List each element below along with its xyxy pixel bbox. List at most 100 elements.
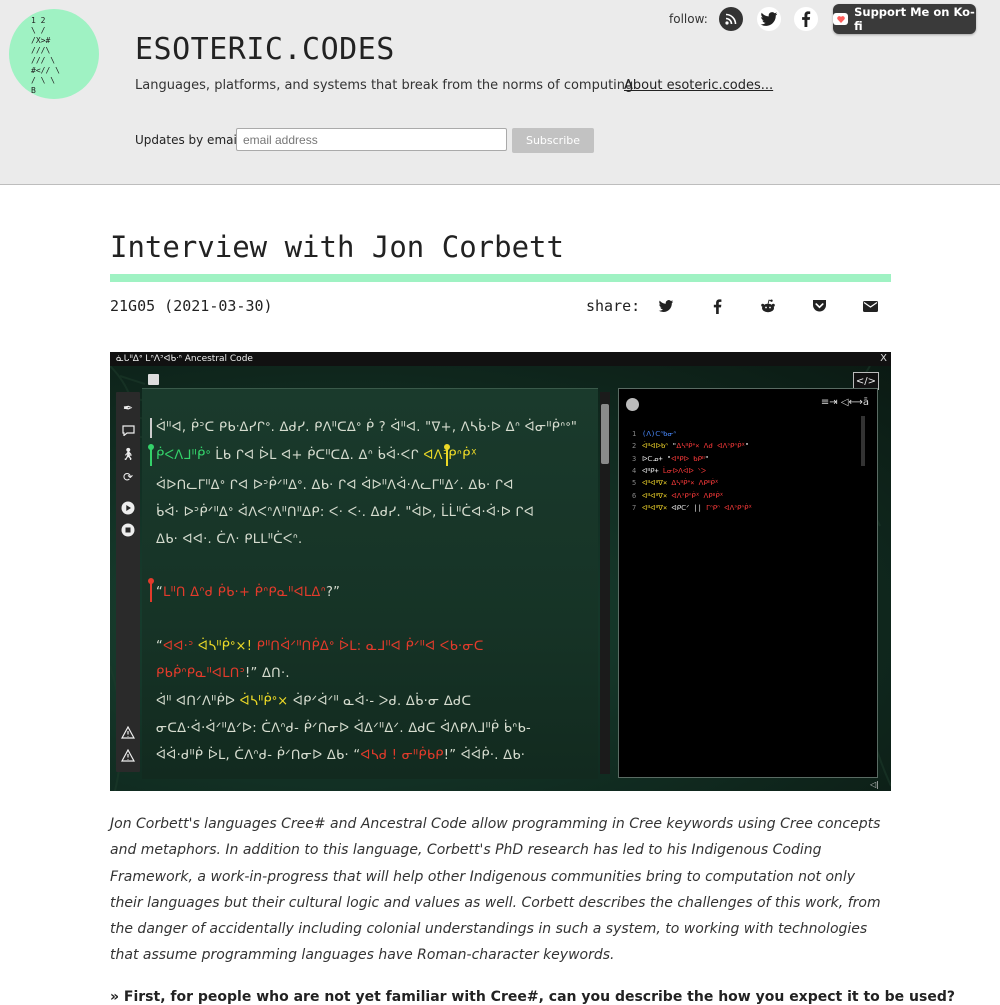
- code-line: ᐃᑲ· ᐊᐊ·. ᑖᐱ· ᑭᒪᒪᐦᑖᐸᐢ.: [156, 532, 303, 547]
- code-token: ᒫᑲ ᒋᐊ ᐆᒪ ᐊ+ ᑮᑕᐦᑕᐃ. ᐃᐢ ᑳᐋ·ᐸᒋ: [210, 448, 424, 463]
- console-token: ": [744, 442, 750, 451]
- code-line: ᐋᐦ ᐊᑎᐟᐱᐦᑮᐅ ᐋᓴᐦᑮᐤ× ᐋᑭᐟᐋᐟᐦ ᓇᐋ·- ᐳᑯ. ᐃᑳ·ᓂ ᐃ…: [156, 694, 471, 709]
- code-token: ᑳᐋ· ᐅᐣᑮᐟᐦᐃᐤ ᐋᐱᐸᐢᐱᐦᑎᐦᐃᑭ: ᐸ· ᐸ·. ᐃᑯᓯ. "ᐋᐅ,…: [156, 505, 535, 520]
- logo-ascii-line: 1 2: [31, 16, 46, 25]
- stop-icon[interactable]: [120, 522, 136, 538]
- ancestral-code-screenshot: ᓈᒐᐦᐃᐤ ᒪᐢᐱᐣᐊᑲᐧᐢ Ancestral Code X ✒ 🚶︎ ⟳ ᐋ…: [110, 352, 891, 791]
- orb-icon: [626, 398, 639, 411]
- green-marker: [148, 444, 154, 466]
- code-token: ᓂᑕᐃ·ᐋ·ᐋᐟᐦᐃᐟᐅ: ᑖᐱᐢᑯ- ᑮᐟᑎᓂᐅ ᐋᐃᐟᐦᐃᐟ. ᐃᑯᑕ ᐋᐱ…: [156, 721, 531, 736]
- code-line: ᑳᐋ· ᐅᐣᑮᐟᐦᐃᐤ ᐋᐱᐸᐢᐱᐦᑎᐦᐃᑭ: ᐸ· ᐸ·. ᐃᑯᓯ. "ᐋᐅ,…: [156, 505, 534, 520]
- code-line: ᐋᐅᑎᓚᒥᐦᐃᐤ ᒋᐊ ᐅᐣᑮᐟᐦᐃᐤ. ᐃᑲ· ᒋᐊ ᐋᐅᐦᐱᐋ·ᐱᓚᒥᐦᐃᐟ…: [156, 478, 514, 493]
- console-token: ᐊᐦᐊᐦᐁ×: [642, 491, 672, 500]
- console-token: ᐅᑕᓄ+ ": [642, 454, 672, 463]
- warning-icon[interactable]: [120, 724, 136, 740]
- site-tagline: Languages, platforms, and systems that b…: [135, 78, 634, 93]
- logo-ascii-line: /// \: [31, 56, 55, 65]
- code-token: ᑭᑲᑮᐢᑭᓇᐦᐊᒪᑎᐣ: [156, 666, 245, 681]
- walking-person-icon[interactable]: 🚶︎: [120, 446, 136, 462]
- line-number: 3: [632, 454, 637, 463]
- reddit-icon[interactable]: [759, 297, 777, 315]
- logo-ascii-line: #<// \: [31, 66, 60, 75]
- red-marker: [148, 578, 154, 602]
- code-line: ᐋᐦᐊ, ᑮᐣᑕ ᑭᑲᐧᐃᓯᒋᐤ. ᐃᑯᓯ. ᑭᐱᐦᑕᐃᐤ ᑮ ? ᐋᐦᐊ. "…: [156, 420, 577, 435]
- email-icon[interactable]: [861, 297, 879, 315]
- twitter-icon[interactable]: [757, 7, 781, 31]
- rss-icon[interactable]: [719, 7, 743, 31]
- refresh-icon[interactable]: ⟳: [120, 469, 136, 485]
- code-token: ᐊᓴᑯ ! ᓂᐦᑮᑲᑭ: [360, 748, 444, 763]
- code-line: ᑭᑲᑮᐢᑭᓇᐦᐊᒪᑎᐣ!” ᐃᑎ·.: [156, 666, 290, 681]
- direction-icon[interactable]: ≡⇥ ◁⟷ā: [821, 397, 869, 408]
- line-number: 1: [632, 430, 637, 438]
- kofi-button[interactable]: Support Me on Ko-fi: [833, 4, 976, 34]
- console-token: ᐋᐦᐊᐅᑲᐢ: [642, 442, 673, 451]
- console-token: ᐊᐦᐊᐦᐁ×: [642, 503, 672, 512]
- console-token: ": [704, 454, 709, 463]
- logo-ascii-line: \ /: [31, 26, 46, 35]
- editor-scrollbar[interactable]: [600, 392, 610, 774]
- pocket-icon[interactable]: [810, 297, 828, 315]
- kofi-cup-icon: [833, 13, 849, 25]
- play-icon[interactable]: [120, 500, 136, 516]
- code-token: ᐋᓴᐦᑮᐤ×: [239, 694, 289, 709]
- ascii-art-logo-icon: 1 2 \ / /X># ///\ /// \#<// \ / \ \ B: [31, 16, 60, 95]
- console-token: ᐊᐦᑭ+: [642, 466, 663, 475]
- code-token: ᐋᐅᑎᓚᒥᐦᐃᐤ ᒋᐊ ᐅᐣᑮᐟᐦᐃᐤ. ᐃᑲ· ᒋᐊ ᐋᐅᐦᐱᐋ·ᐱᓚᒥᐦᐃᐟ…: [156, 478, 514, 493]
- warning-icon[interactable]: [120, 747, 136, 763]
- line-number: 6: [632, 491, 637, 500]
- title-divider: [110, 274, 891, 282]
- console-token: ᐊᐦᑭᐅ ᑲᑭᐦ: [671, 454, 705, 463]
- share-label: share:: [586, 297, 641, 315]
- kofi-label: Support Me on Ko-fi: [854, 5, 975, 33]
- code-token: ᐃᑲ· ᐊᐊ·. ᑖᐱ· ᑭᒪᒪᐦᑖᐸᐢ.: [156, 532, 303, 547]
- site-title[interactable]: ESOTERIC.CODES: [135, 32, 395, 67]
- code-token: “: [156, 639, 164, 654]
- feather-marker-icon: [150, 418, 152, 438]
- console-token: ᐊᐦᐊᐦᐁ×: [642, 479, 672, 488]
- code-token: ᒪᐦᑎ ᐃᐢᑯ ᑮᑲ·+ ᑮᐢᑭᓇᐦᐊᒪᐃᐢ: [163, 585, 326, 600]
- code-token: ᐋᐋ·ᑯᐦᑮ ᐆᒪ, ᑖᐱᐢᑯ- ᑮᐟᑎᓂᐅ ᐃᑲ· “: [156, 748, 361, 763]
- console-token: ᒥᐢᑭᐢ ᐊᐱᐣᑭᐢᑮᕽ: [706, 503, 752, 512]
- console-token: (ᐱ)ᑕᐢᑲᓂᐢ: [642, 430, 677, 438]
- scrollbar-thumb[interactable]: [601, 404, 609, 464]
- email-label: Updates by email:: [135, 133, 245, 147]
- interview-question: » First, for people who are not yet fami…: [110, 989, 955, 1005]
- code-token: ᐋᓴᐦᑮᐤ×!: [197, 639, 253, 654]
- close-icon: X: [880, 353, 887, 364]
- logo-ascii-line: B: [31, 86, 36, 95]
- code-token: ᐋᐦ ᐊᑎᐟᐱᐦᑮᐅ: [156, 694, 240, 709]
- console-line: 2 ᐋᐦᐊᐅᑲᐢ "ᐃᓴᐦᑮᐤ× ᐱᑯ ᐊᐱᐣᑭᐢᑮᕽ": [632, 442, 749, 450]
- code-token: ᐋᐦᐊ, ᑮᐣᑕ ᑭᑲᐧᐃᓯᒋᐤ. ᐃᑯᓯ. ᑭᐱᐦᑕᐃᐤ ᑮ ? ᐋᐦᐊ. "…: [156, 420, 578, 435]
- code-token: ?”: [325, 585, 341, 600]
- twitter-icon[interactable]: [657, 297, 675, 315]
- about-link[interactable]: About esoteric.codes...: [624, 78, 773, 93]
- console-token: ᐃᓴᐦᑮᐤ× ᐱᑭᐦᑮᕽ: [671, 479, 719, 488]
- console-token: ᐊᑭᑕᐟ ||: [671, 503, 707, 512]
- console-line: 4 ᐊᐦᑭ+ ᒫᓂᐅᐱᐋᐅ ᐠᐳ: [632, 467, 706, 475]
- console-token: ᐃᓴᐦᑮᐤ× ᐱᑯ ᐊᐱᐣᑭᐢᑮᕽ: [676, 442, 745, 451]
- line-number: 5: [632, 479, 637, 488]
- feather-icon[interactable]: ✒: [120, 400, 136, 416]
- console-line: 1 (ᐱ)ᑕᐢᑲᓂᐢ: [632, 430, 676, 438]
- code-token: ᐋᑭᐟᐋᐟᐦ ᓇᐋ·- ᐳᑯ. ᐃᑳ·ᓂ ᐃᑯᑕ: [288, 694, 472, 709]
- code-token: !” ᐃᑎ·.: [244, 666, 290, 681]
- console-token: ᒫᓂᐅᐱᐋᐅ ᐠᐳ: [662, 466, 707, 475]
- console-line: 3 ᐅᑕᓄ+ "ᐊᐦᑭᐅ ᑲᑭᐦ": [632, 455, 709, 463]
- code-line: “ᐊᐊ·ᐣ ᐋᓴᐦᑮᐤ×! ᑭᐦᑎᐋᐟᐦᑎᑮᐃᐤ ᐆᒪ: ᓇᒧᐦᐊ ᑮᐟᐦᐊ ᐸ…: [156, 639, 484, 654]
- console-token: ᐊᐱᐣᑭᐢᑮᕽ ᐱᑭᐦᑮᕽ: [671, 491, 724, 500]
- subscribe-button[interactable]: Subscribe: [512, 128, 594, 153]
- volume-icon: ◁|: [870, 780, 879, 789]
- site-logo[interactable]: 1 2 \ / /X># ///\ /// \ #<// \ / \ \ B: [9, 9, 99, 99]
- email-field[interactable]: [236, 128, 507, 151]
- logo-ascii-line: ///\: [31, 46, 50, 55]
- app-logo-icon: [148, 374, 159, 385]
- code-line: ᓂᑕᐃ·ᐋ·ᐋᐟᐦᐃᐟᐅ: ᑖᐱᐢᑯ- ᑮᐟᑎᓂᐅ ᐋᐃᐟᐦᐃᐟ. ᐃᑯᑕ ᐋᐱ…: [156, 721, 531, 736]
- speech-bubble-icon[interactable]: [120, 422, 136, 438]
- facebook-icon[interactable]: [708, 297, 726, 315]
- code-token: ᐊᐱᐣᑭᐢᑮᕽ: [423, 448, 478, 463]
- code-token: ᑮᐸᐱᒧᐦᑮᐤ: [156, 448, 211, 463]
- facebook-icon[interactable]: [794, 7, 818, 31]
- line-number: 2: [632, 442, 637, 451]
- console-scrollbar[interactable]: [861, 416, 865, 466]
